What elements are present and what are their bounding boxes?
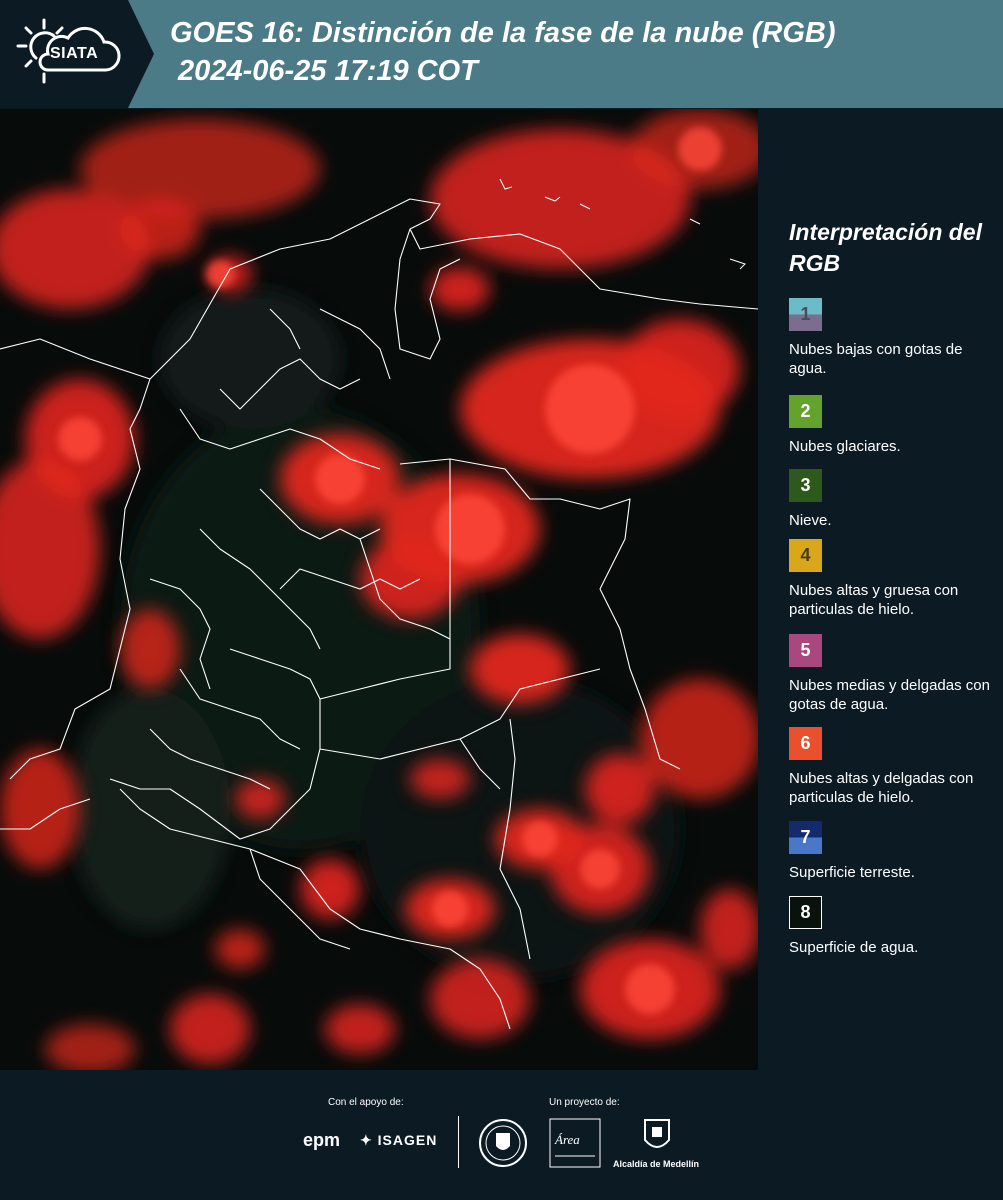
satellite-image — [0, 109, 758, 1070]
support-label: Con el apoyo de: — [328, 1097, 404, 1108]
legend-swatch: 5 — [789, 634, 822, 667]
legend-swatch: 8 — [789, 896, 822, 929]
page-title: GOES 16: Distinción de la fase de la nub… — [170, 14, 836, 90]
legend-label: Nieve. — [789, 512, 832, 529]
legend-label: Nubes medias y delgadas con gotas de agu… — [789, 677, 990, 713]
area-logo-text: Área — [555, 1132, 580, 1147]
alcaldia-logo-text: Alcaldía de Medellín — [613, 1159, 700, 1169]
legend-swatch: 3 — [789, 469, 822, 502]
legend-item: 8 Superficie de agua. — [789, 896, 994, 957]
isagen-logo-text: ISAGEN — [377, 1132, 438, 1148]
legend-label: Nubes bajas con gotas de agua. — [789, 341, 963, 377]
footer: Con el apoyo de: Un proyecto de: epm ✦ I… — [0, 1070, 1003, 1200]
legend-item: 4 Nubes altas y gruesa con particulas de… — [789, 539, 994, 619]
title-line-datetime: 2024-06-25 17:19 COT — [170, 55, 478, 87]
isagen-logo: ✦ ISAGEN — [360, 1132, 438, 1148]
legend-item: 1 Nubes bajas con gotas de agua. — [789, 298, 994, 378]
logo-arrow — [128, 0, 154, 108]
legend-number: 7 — [800, 827, 811, 847]
legend-item: 6 Nubes altas y delgadas con particulas … — [789, 727, 994, 807]
legend-label: Superficie terreste. — [789, 864, 915, 881]
legend-item: 2 Nubes glaciares. — [789, 395, 994, 456]
legend-label: Nubes altas y delgadas con particulas de… — [789, 770, 974, 806]
footer-divider — [458, 1116, 459, 1168]
title-line-product: GOES 16: Distinción de la fase de la nub… — [170, 17, 836, 49]
header-bar: SIATA GOES 16: Distinción de la fase de … — [0, 0, 1003, 108]
legend-panel: Interpretación del RGB 1 Nubes bajas con… — [758, 109, 1003, 1070]
legend-swatch: 2 — [789, 395, 822, 428]
project-label: Un proyecto de: — [549, 1097, 620, 1108]
legend-swatch: 6 — [789, 727, 822, 760]
epm-logo: epm — [303, 1130, 341, 1150]
legend-number: 3 — [800, 475, 811, 495]
legend-number: 2 — [800, 401, 811, 421]
legend-label: Nubes glaciares. — [789, 438, 901, 455]
legend-number: 8 — [800, 902, 811, 922]
legend-title: Interpretación del RGB — [789, 219, 982, 276]
legend-item: 7 Superficie terreste. — [789, 821, 994, 882]
legend-item: 5 Nubes medias y delgadas con gotas de a… — [789, 634, 994, 714]
legend-swatch: 4 — [789, 539, 822, 572]
university-seal-icon — [479, 1119, 527, 1167]
satellite-map — [0, 109, 758, 1070]
siata-logo-text: SIATA — [50, 45, 99, 62]
legend-number: 6 — [800, 733, 811, 753]
medellin-shield-icon — [644, 1119, 670, 1148]
legend-number: 1 — [800, 304, 811, 324]
legend-label: Superficie de agua. — [789, 939, 919, 956]
legend-number: 5 — [800, 640, 811, 660]
legend-number: 4 — [800, 545, 811, 565]
legend-item: 3 Nieve. — [789, 469, 994, 530]
legend-label: Nubes altas y gruesa con particulas de h… — [789, 582, 959, 618]
legend-swatch: 7 — [789, 821, 822, 854]
legend-swatch: 1 — [789, 298, 822, 331]
